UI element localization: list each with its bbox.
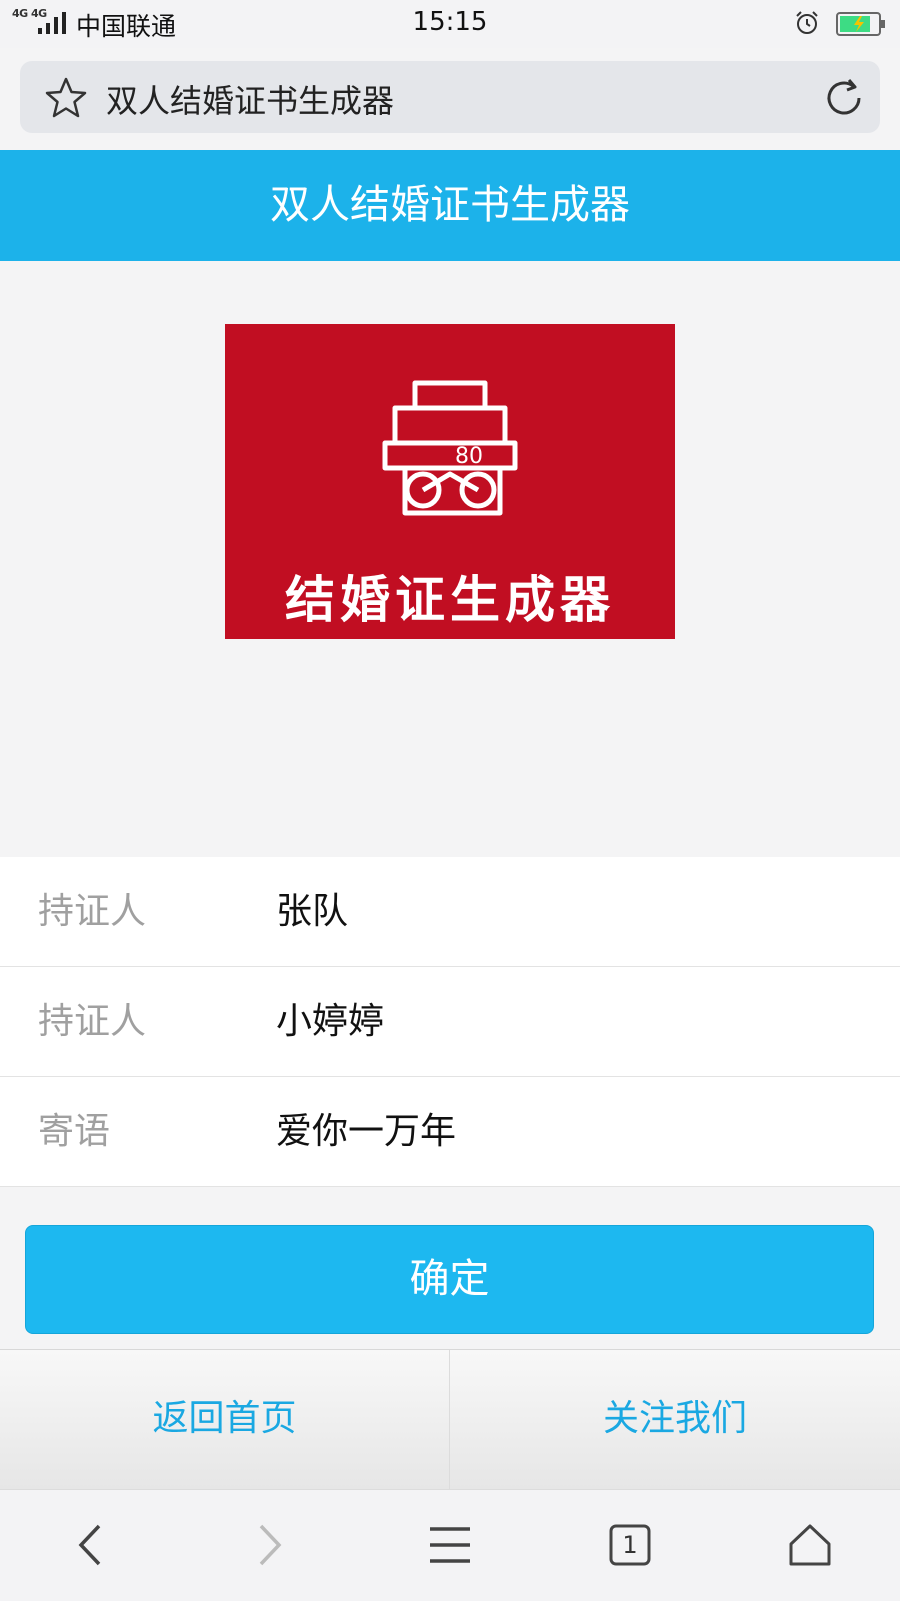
form-row-holder-1[interactable]: 持证人 张队 — [0, 857, 900, 967]
home-button[interactable] — [765, 1500, 855, 1590]
holder-2-input[interactable]: 小婷婷 — [276, 967, 384, 1076]
home-icon — [789, 1524, 831, 1566]
svg-text:80: 80 — [455, 444, 483, 469]
back-to-home-link[interactable]: 返回首页 — [0, 1349, 449, 1489]
alarm-icon — [796, 11, 818, 34]
form-row-message[interactable]: 寄语 爱你一万年 — [0, 1077, 900, 1187]
holder-1-input[interactable]: 张队 — [276, 857, 348, 966]
form-row-holder-2[interactable]: 持证人 小婷婷 — [0, 967, 900, 1077]
holder-1-label: 持证人 — [38, 891, 147, 932]
tabs-button[interactable]: 1 — [585, 1500, 675, 1590]
page-title: 双人结婚证书生成器 — [270, 182, 630, 228]
forward-icon — [259, 1524, 282, 1566]
back-button[interactable] — [45, 1500, 135, 1590]
clock: 15:15 — [412, 7, 488, 37]
tab-count: 1 — [622, 1531, 638, 1559]
holder-2-label: 持证人 — [38, 1001, 147, 1042]
forward-button[interactable] — [225, 1500, 315, 1590]
message-label: 寄语 — [38, 1111, 111, 1152]
battery-icon — [836, 12, 885, 36]
menu-button[interactable] — [405, 1500, 495, 1590]
confirm-button[interactable]: 确定 — [25, 1225, 874, 1334]
menu-icon — [430, 1527, 470, 1563]
address-title[interactable]: 双人结婚证书生成器 — [106, 76, 394, 122]
follow-us-link[interactable]: 关注我们 — [450, 1349, 900, 1489]
back-icon — [78, 1524, 101, 1566]
certificate-form: 持证人 张队 持证人 小婷婷 寄语 爱你一万年 — [0, 857, 900, 1187]
refresh-icon[interactable] — [822, 76, 866, 120]
banner-text: 结婚证生成器 — [285, 571, 615, 629]
message-input[interactable]: 爱你一万年 — [276, 1077, 456, 1186]
wedding-items-logo: 80 — [382, 380, 518, 516]
star-icon[interactable] — [44, 76, 88, 120]
